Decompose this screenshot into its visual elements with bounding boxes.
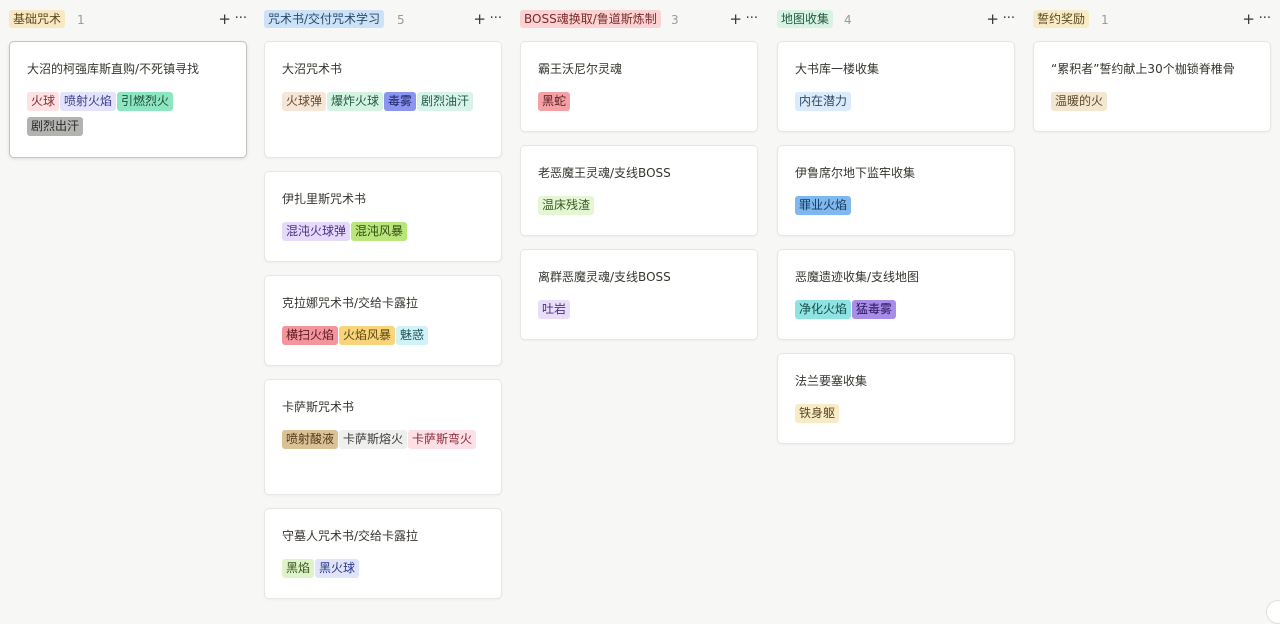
card-title: “累积者”誓约献上30个枷锁脊椎骨 [1051, 62, 1235, 76]
card[interactable]: 大书库一楼收集 内在潜力 [777, 41, 1015, 132]
card-title: 老恶魔王灵魂/支线BOSS [538, 166, 671, 180]
card-title: 守墓人咒术书/交给卡露拉 [282, 529, 419, 543]
add-card-icon[interactable]: + [986, 10, 999, 28]
column-header: BOSS魂换取/鲁道斯炼制 3 + ··· [520, 10, 758, 28]
tag: 横扫火焰 [282, 326, 339, 345]
add-card-icon[interactable]: + [218, 10, 231, 28]
card[interactable]: 大沼咒术书 火球弹 爆炸火球 毒雾 剧烈油汗 [264, 41, 502, 158]
tag: 毒雾 [384, 92, 417, 111]
tag: 混沌火球弹 [282, 222, 351, 241]
card-title: 大沼的柯强库斯直购/不死镇寻找 [27, 62, 200, 76]
tag: 魅惑 [396, 326, 429, 345]
card-tags: 黑焰 黑火球 [282, 559, 482, 584]
card[interactable]: 卡萨斯咒术书 喷射酸液 卡萨斯熔火 卡萨斯弯火 [264, 379, 502, 495]
card[interactable]: “累积者”誓约献上30个枷锁脊椎骨 温暖的火 [1033, 41, 1271, 132]
add-card-icon[interactable]: + [1242, 10, 1255, 28]
tag: 铁身躯 [795, 404, 840, 423]
help-button[interactable] [1266, 600, 1280, 624]
column-title[interactable]: 誓约奖励 [1033, 10, 1090, 28]
column-count: 4 [844, 13, 852, 27]
tag: 混沌风暴 [351, 222, 408, 241]
tag: 卡萨斯熔火 [339, 430, 408, 449]
card[interactable]: 霸王沃尼尔灵魂 黑蛇 [520, 41, 758, 132]
card-title: 克拉娜咒术书/交给卡露拉 [282, 296, 419, 310]
card-tags: 喷射酸液 卡萨斯熔火 卡萨斯弯火 [282, 430, 482, 455]
tag: 引燃烈火 [117, 92, 174, 111]
tag: 黑焰 [282, 559, 315, 578]
column-title[interactable]: 咒术书/交付咒术学习 [264, 10, 385, 28]
tag: 黑火球 [315, 559, 360, 578]
card-title: 霸王沃尼尔灵魂 [538, 62, 623, 76]
card-tags: 内在潜力 [795, 92, 995, 117]
column-count: 5 [397, 13, 405, 27]
card-title: 大书库一楼收集 [795, 62, 880, 76]
tag: 卡萨斯弯火 [408, 430, 477, 449]
tag: 喷射酸液 [282, 430, 339, 449]
column-header: 基础咒术 1 + ··· [9, 10, 247, 28]
card-title: 卡萨斯咒术书 [282, 400, 355, 414]
column-count: 3 [671, 13, 679, 27]
column-count: 1 [1101, 13, 1109, 27]
card-tags: 黑蛇 [538, 92, 738, 117]
card-tags: 铁身躯 [795, 404, 995, 429]
tag: 剧烈出汗 [27, 117, 84, 136]
more-options-icon[interactable]: ··· [1259, 10, 1271, 28]
tag: 吐岩 [538, 300, 571, 319]
card-tags: 横扫火焰 火焰风暴 魅惑 [282, 326, 482, 351]
add-card-icon[interactable]: + [473, 10, 486, 28]
tag: 剧烈油汗 [417, 92, 474, 111]
column-title[interactable]: 基础咒术 [9, 10, 66, 28]
card[interactable]: 守墓人咒术书/交给卡露拉 黑焰 黑火球 [264, 508, 502, 599]
tag: 净化火焰 [795, 300, 852, 319]
card-tags: 温暖的火 [1051, 92, 1251, 117]
card-title: 伊扎里斯咒术书 [282, 192, 367, 206]
card-tags: 温床残渣 [538, 196, 738, 221]
column-header: 誓约奖励 1 + ··· [1033, 10, 1271, 28]
add-card-icon[interactable]: + [729, 10, 742, 28]
kanban-board: 基础咒术 1 + ··· 大沼的柯强库斯直购/不死镇寻找 火球 喷射火焰 引燃烈火剧… [0, 0, 1280, 624]
card[interactable]: 大沼的柯强库斯直购/不死镇寻找 火球 喷射火焰 引燃烈火剧烈出汗 [9, 41, 247, 158]
card-title: 大沼咒术书 [282, 62, 343, 76]
tag: 温暖的火 [1051, 92, 1108, 111]
card[interactable]: 离群恶魔灵魂/支线BOSS 吐岩 [520, 249, 758, 340]
column-title[interactable]: BOSS魂换取/鲁道斯炼制 [520, 10, 661, 28]
tag: 火球 [27, 92, 60, 111]
card-title: 法兰要塞收集 [795, 374, 868, 388]
tag: 猛毒雾 [852, 300, 897, 319]
column-title[interactable]: 地图收集 [777, 10, 834, 28]
tag: 爆炸火球 [327, 92, 384, 111]
card-tags: 火球 喷射火焰 引燃烈火剧烈出汗 [27, 92, 227, 142]
card[interactable]: 老恶魔王灵魂/支线BOSS 温床残渣 [520, 145, 758, 236]
tag: 罪业火焰 [795, 196, 852, 215]
card-tags: 火球弹 爆炸火球 毒雾 剧烈油汗 [282, 92, 482, 117]
card[interactable]: 法兰要塞收集 铁身躯 [777, 353, 1015, 444]
card-title: 伊鲁席尔地下监牢收集 [795, 166, 916, 180]
card-tags: 罪业火焰 [795, 196, 995, 221]
card[interactable]: 克拉娜咒术书/交给卡露拉 横扫火焰 火焰风暴 魅惑 [264, 275, 502, 366]
tag: 喷射火焰 [60, 92, 117, 111]
column-header: 咒术书/交付咒术学习 5 + ··· [264, 10, 502, 28]
card-tags: 吐岩 [538, 300, 738, 325]
tag: 内在潜力 [795, 92, 852, 111]
card[interactable]: 伊鲁席尔地下监牢收集 罪业火焰 [777, 145, 1015, 236]
more-options-icon[interactable]: ··· [235, 10, 247, 28]
card-tags: 净化火焰 猛毒雾 [795, 300, 995, 325]
column-count: 1 [77, 13, 85, 27]
tag: 黑蛇 [538, 92, 571, 111]
column-header: 地图收集 4 + ··· [777, 10, 1015, 28]
tag: 火球弹 [282, 92, 327, 111]
tag: 火焰风暴 [339, 326, 396, 345]
tag: 温床残渣 [538, 196, 595, 215]
card-title: 离群恶魔灵魂/支线BOSS [538, 270, 671, 284]
more-options-icon[interactable]: ··· [746, 10, 758, 28]
more-options-icon[interactable]: ··· [1003, 10, 1015, 28]
card[interactable]: 伊扎里斯咒术书 混沌火球弹 混沌风暴 [264, 171, 502, 262]
card-title: 恶魔遗迹收集/支线地图 [795, 270, 920, 284]
card[interactable]: 恶魔遗迹收集/支线地图 净化火焰 猛毒雾 [777, 249, 1015, 340]
more-options-icon[interactable]: ··· [490, 10, 502, 28]
card-tags: 混沌火球弹 混沌风暴 [282, 222, 482, 247]
